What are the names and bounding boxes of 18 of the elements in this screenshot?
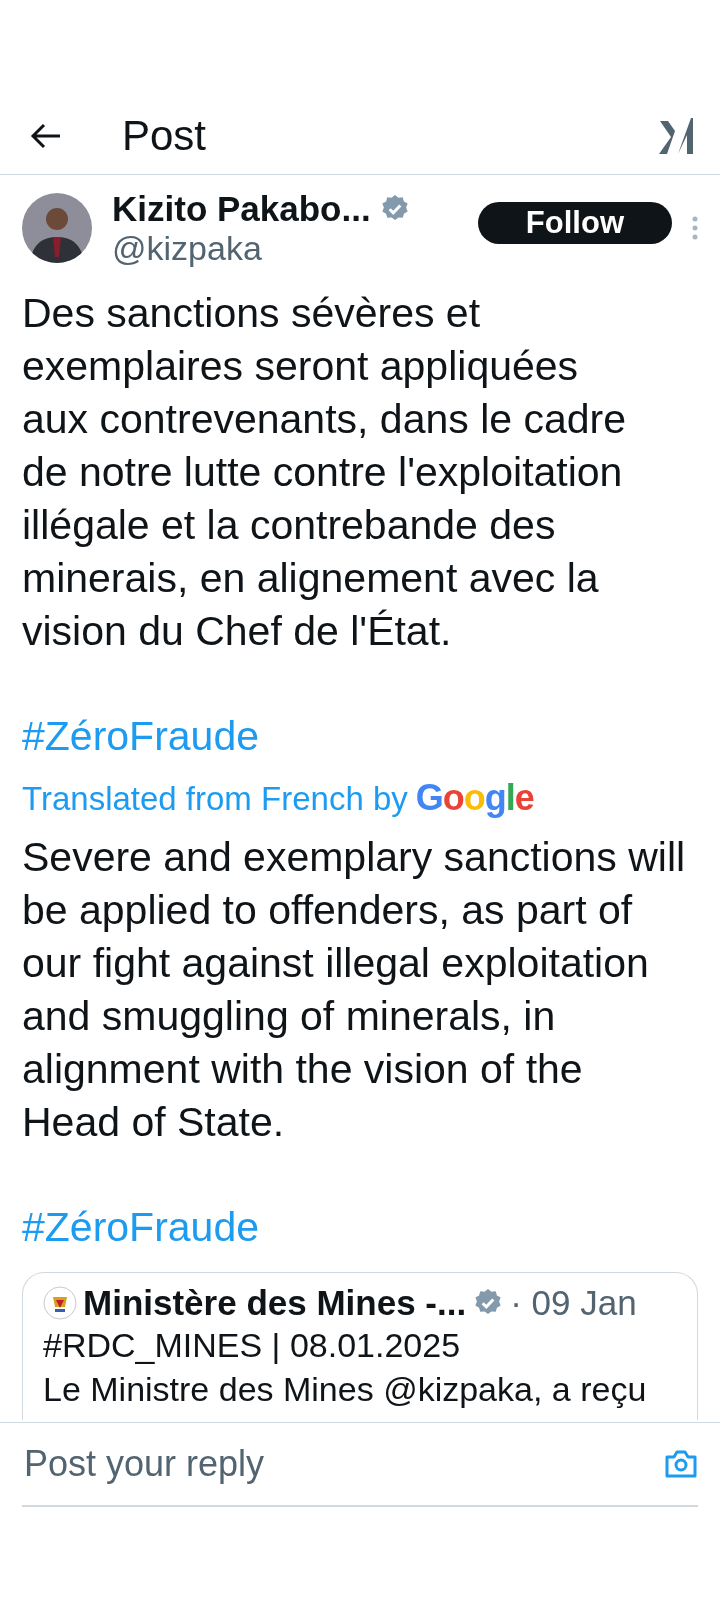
follow-button[interactable]: Follow (477, 202, 672, 244)
post-text: Des sanctions sévères et exemplaires seront appliquées aux contrevenants, dans le cadre de notre lutte contre l'exploitation illégale et la contrebande des minerais, en alignement avec la vision du Chef de l'État. (22, 289, 627, 656)
reply-field[interactable]: Post your reply (22, 1442, 664, 1486)
quoted-author-name: Ministère des Mines -... (83, 1283, 467, 1323)
camera-icon[interactable] (664, 1449, 698, 1479)
translation-note: Translated from French by (22, 780, 408, 818)
quoted-post-card[interactable]: Ministère des Mines -... · 09 Jan #RDC_MINES | 08.01.2025 Le Ministre des Mines @kizpaka, a reçu (22, 1272, 698, 1420)
logo-icon[interactable] (658, 117, 694, 155)
quoted-text: #RDC_MINES | 08.01.2025 (43, 1325, 462, 1366)
quoted-date: · 09 Jan (510, 1283, 637, 1323)
quoted-text: Le Ministre des Mines @kizpaka, a reçu (43, 1369, 648, 1410)
emblem-icon (43, 1286, 77, 1320)
back-arrow-icon[interactable] (30, 122, 62, 150)
author-handle[interactable]: @kizpaka (112, 228, 458, 268)
translated-text: Severe and exemplary sanctions will be applied to offenders, as part of our fight against illegal exploitation and smuggling of minerals, in alignment with the vision of the Head of State. (22, 833, 687, 1147)
author-name[interactable]: Kizito Pakabo... (112, 188, 371, 229)
brand-logo: Google (415, 777, 534, 819)
page-title: Post (122, 112, 208, 160)
